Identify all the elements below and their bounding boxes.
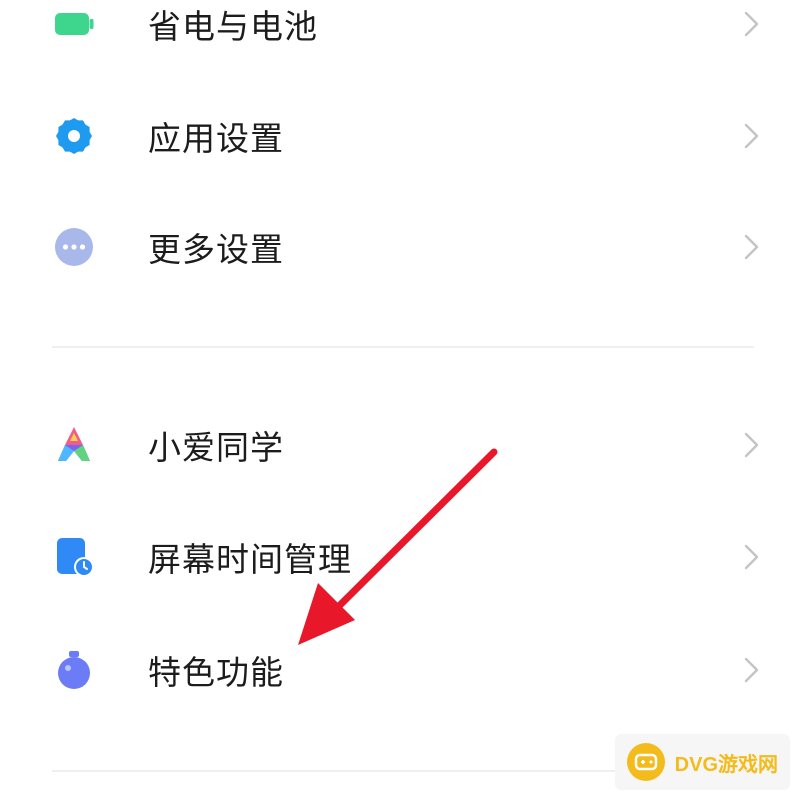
chevron-right-icon: [744, 432, 759, 458]
chevron-right-icon: [744, 11, 759, 37]
more-dots-icon: [55, 228, 93, 266]
settings-page: 省电与电池 应用设置 更多设置 小爱同学 屏幕时间管理 特色功能 DVG游戏网: [0, 0, 800, 800]
settings-item-battery[interactable]: 省电与电池: [0, 0, 800, 64]
gamepad-icon: [626, 743, 665, 781]
settings-item-featured[interactable]: 特色功能: [0, 630, 800, 710]
battery-icon: [55, 13, 94, 35]
settings-item-label: 更多设置: [148, 230, 284, 269]
settings-item-label: 特色功能: [148, 653, 284, 692]
section-divider: [52, 346, 754, 348]
settings-item-label: 省电与电池: [148, 7, 318, 46]
screen-time-icon: [57, 538, 94, 577]
settings-item-label: 应用设置: [148, 119, 284, 158]
settings-item-app-settings[interactable]: 应用设置: [0, 96, 800, 176]
watermark-text: DVG游戏网: [674, 753, 778, 776]
watermark: DVG游戏网: [614, 734, 790, 790]
settings-item-label: 屏幕时间管理: [148, 540, 352, 579]
xiaoai-assistant-icon: [58, 427, 90, 461]
settings-item-xiaoai[interactable]: 小爱同学: [0, 405, 800, 485]
flask-icon: [58, 651, 90, 689]
chevron-right-icon: [744, 657, 759, 683]
chevron-right-icon: [744, 544, 759, 570]
settings-item-label: 小爱同学: [148, 428, 284, 467]
gear-icon: [55, 118, 93, 154]
chevron-right-icon: [744, 123, 759, 149]
settings-item-screen-time[interactable]: 屏幕时间管理: [0, 517, 800, 597]
settings-item-more-settings[interactable]: 更多设置: [0, 207, 800, 287]
chevron-right-icon: [744, 234, 759, 260]
